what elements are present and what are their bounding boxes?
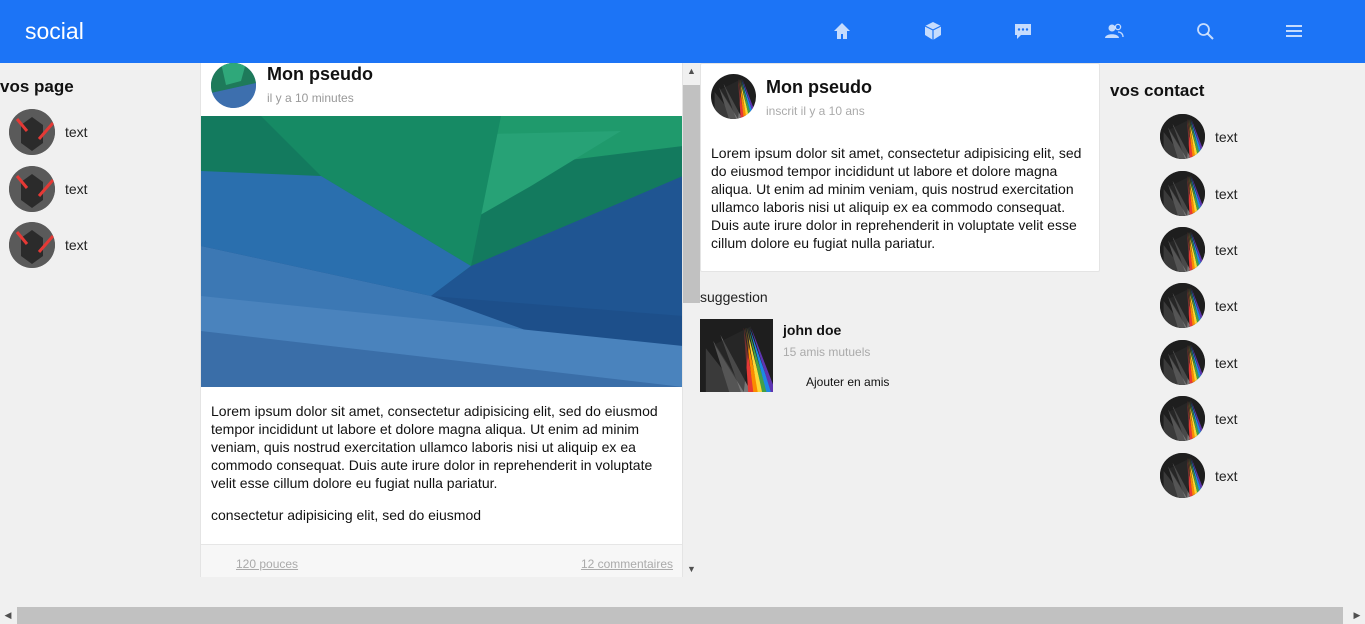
profile-bio: Lorem ipsum dolor sit amet, consectetur … [711,145,1082,251]
search-icon[interactable] [1194,20,1216,42]
post-author-avatar[interactable] [211,63,256,108]
contact-item-label: text [1215,128,1238,145]
page-avatar [9,166,55,212]
suggestion-avatar[interactable] [700,319,773,392]
contact-item-label: text [1215,241,1238,258]
page-item[interactable]: text [9,166,88,212]
contact-avatar [1160,283,1205,328]
page-item-label: text [65,237,88,253]
menu-icon[interactable] [1283,20,1305,42]
top-navbar: social [0,0,1365,63]
contact-avatar [1160,340,1205,385]
comments-link[interactable]: 12 commentaires [581,557,673,571]
page-horizontal-scrollbar[interactable]: ◀ ▶ [0,607,1365,624]
feed-scrollbar[interactable]: ▲ ▼ [683,63,700,577]
likes-link[interactable]: 120 pouces [236,557,298,571]
suggestion-heading: suggestion [700,289,768,305]
contact-item[interactable]: text [1160,453,1238,498]
chat-icon[interactable] [1012,20,1034,42]
page-avatar [9,222,55,268]
contact-item-label: text [1215,467,1238,484]
contact-avatar [1160,396,1205,441]
cube-icon[interactable] [922,20,944,42]
suggestion-mutual-friends: 15 amis mutuels [783,345,871,359]
page-item[interactable]: text [9,222,88,268]
profile-joined: inscrit il y a 10 ans [766,104,865,118]
contact-item[interactable]: text [1160,340,1238,385]
profile-name[interactable]: Mon pseudo [766,77,872,98]
contacts-heading: vos contact [1110,81,1205,100]
brand-logo[interactable]: social [25,18,84,45]
contact-avatar [1160,171,1205,216]
feed-scrollbar-thumb[interactable] [683,85,700,303]
scroll-up-icon[interactable]: ▲ [686,66,697,76]
page-item[interactable]: text [9,109,88,155]
contact-item[interactable]: text [1160,227,1238,272]
add-friend-button[interactable]: Ajouter en amis [806,375,889,389]
post-timestamp: il y a 10 minutes [267,91,354,105]
page-item-label: text [65,124,88,140]
suggestion-name[interactable]: john doe [783,322,841,338]
contact-avatar [1160,227,1205,272]
contact-item[interactable]: text [1160,114,1238,159]
contact-item[interactable]: text [1160,396,1238,441]
contact-item-label: text [1215,410,1238,427]
news-feed[interactable]: Mon pseudo il y a 10 minutes Lorem ipsum… [200,63,683,577]
pages-heading: vos page [0,77,74,96]
post-footer: 120 pouces 12 commentaires [201,544,682,577]
friends-icon[interactable] [1103,20,1125,42]
post-image[interactable] [201,116,683,387]
profile-card: Mon pseudo inscrit il y a 10 ans Lorem i… [700,63,1100,272]
contact-item[interactable]: text [1160,283,1238,328]
page-avatar [9,109,55,155]
contact-item-label: text [1215,354,1238,371]
contact-avatar [1160,453,1205,498]
scroll-right-icon[interactable]: ▶ [1352,610,1362,621]
post-body: Lorem ipsum dolor sit amet, consectetur … [211,403,658,491]
home-icon[interactable] [831,20,853,42]
scroll-left-icon[interactable]: ◀ [3,610,13,621]
contact-item-label: text [1215,297,1238,314]
post-body-secondary: consectetur adipisicing elit, sed do eiu… [211,507,482,523]
page-scrollbar-thumb[interactable] [17,607,1343,624]
contact-item[interactable]: text [1160,171,1238,216]
post-author-name[interactable]: Mon pseudo [267,64,373,85]
contact-item-label: text [1215,185,1238,202]
profile-avatar[interactable] [711,74,756,119]
contact-avatar [1160,114,1205,159]
page-item-label: text [65,181,88,197]
scroll-down-icon[interactable]: ▼ [686,564,697,574]
